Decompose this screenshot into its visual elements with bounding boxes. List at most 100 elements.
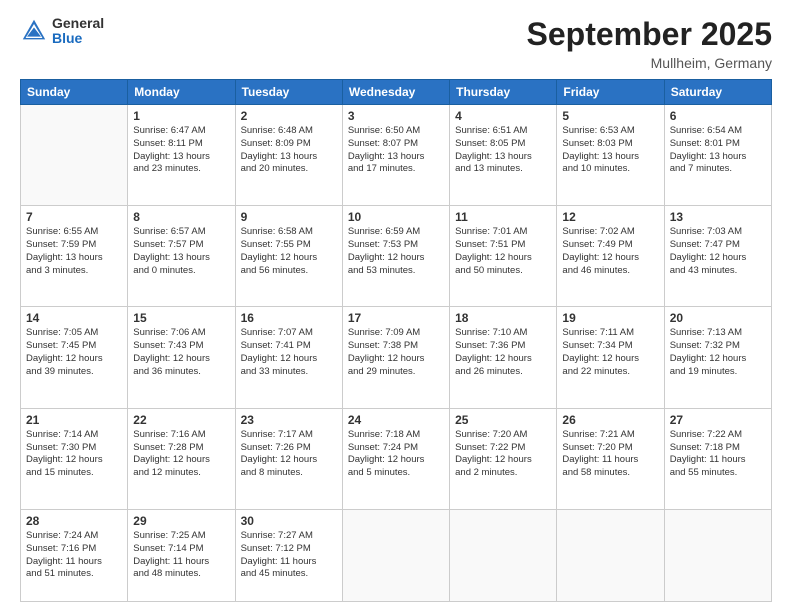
table-row [450, 509, 557, 601]
table-row: 14 Sunrise: 7:05 AM Sunset: 7:45 PM Dayli… [21, 307, 128, 408]
day-number: 29 [133, 514, 229, 528]
day-detail: Sunrise: 6:50 AM Sunset: 8:07 PM Dayligh… [348, 125, 444, 176]
table-row: 29 Sunrise: 7:25 AM Sunset: 7:14 PM Dayli… [128, 509, 235, 601]
day-detail: Sunrise: 7:06 AM Sunset: 7:43 PM Dayligh… [133, 327, 229, 378]
day-detail: Sunrise: 6:55 AM Sunset: 7:59 PM Dayligh… [26, 226, 122, 277]
logo-text: General Blue [52, 16, 104, 47]
table-row: 28 Sunrise: 7:24 AM Sunset: 7:16 PM Dayli… [21, 509, 128, 601]
table-row: 27 Sunrise: 7:22 AM Sunset: 7:18 PM Dayli… [664, 408, 771, 509]
table-row: 22 Sunrise: 7:16 AM Sunset: 7:28 PM Dayli… [128, 408, 235, 509]
table-row: 6Sunrise: 6:54 AM Sunset: 8:01 PM Daylig… [664, 105, 771, 206]
day-number: 13 [670, 210, 766, 224]
day-detail: Sunrise: 7:01 AM Sunset: 7:51 PM Dayligh… [455, 226, 551, 277]
day-number: 9 [241, 210, 337, 224]
day-detail: Sunrise: 7:17 AM Sunset: 7:26 PM Dayligh… [241, 429, 337, 480]
day-detail: Sunrise: 7:05 AM Sunset: 7:45 PM Dayligh… [26, 327, 122, 378]
day-number: 11 [455, 210, 551, 224]
title-section: September 2025 Mullheim, Germany [527, 16, 772, 71]
day-detail: Sunrise: 7:25 AM Sunset: 7:14 PM Dayligh… [133, 530, 229, 581]
table-row [21, 105, 128, 206]
table-row: 2Sunrise: 6:48 AM Sunset: 8:09 PM Daylig… [235, 105, 342, 206]
day-detail: Sunrise: 7:09 AM Sunset: 7:38 PM Dayligh… [348, 327, 444, 378]
table-row: 20 Sunrise: 7:13 AM Sunset: 7:32 PM Dayli… [664, 307, 771, 408]
table-row: 12 Sunrise: 7:02 AM Sunset: 7:49 PM Dayli… [557, 206, 664, 307]
day-detail: Sunrise: 7:22 AM Sunset: 7:18 PM Dayligh… [670, 429, 766, 480]
table-row: 24 Sunrise: 7:18 AM Sunset: 7:24 PM Dayli… [342, 408, 449, 509]
table-row: 30Sunrise: 7:27 AM Sunset: 7:12 PM Dayli… [235, 509, 342, 601]
table-row: 10 Sunrise: 6:59 AM Sunset: 7:53 PM Dayli… [342, 206, 449, 307]
col-tuesday: Tuesday [235, 80, 342, 105]
day-number: 23 [241, 413, 337, 427]
table-row: 3 Sunrise: 6:50 AM Sunset: 8:07 PM Daylig… [342, 105, 449, 206]
day-detail: Sunrise: 7:16 AM Sunset: 7:28 PM Dayligh… [133, 429, 229, 480]
table-row: 9 Sunrise: 6:58 AM Sunset: 7:55 PM Daylig… [235, 206, 342, 307]
day-detail: Sunrise: 7:18 AM Sunset: 7:24 PM Dayligh… [348, 429, 444, 480]
day-detail: Sunrise: 7:07 AM Sunset: 7:41 PM Dayligh… [241, 327, 337, 378]
day-detail: Sunrise: 6:57 AM Sunset: 7:57 PM Dayligh… [133, 226, 229, 277]
table-row: 16Sunrise: 7:07 AM Sunset: 7:41 PM Dayli… [235, 307, 342, 408]
day-detail: Sunrise: 6:58 AM Sunset: 7:55 PM Dayligh… [241, 226, 337, 277]
day-detail: Sunrise: 6:53 AM Sunset: 8:03 PM Dayligh… [562, 125, 658, 176]
logo-icon [20, 17, 48, 45]
day-detail: Sunrise: 7:11 AM Sunset: 7:34 PM Dayligh… [562, 327, 658, 378]
col-saturday: Saturday [664, 80, 771, 105]
day-detail: Sunrise: 7:03 AM Sunset: 7:47 PM Dayligh… [670, 226, 766, 277]
table-row: 15Sunrise: 7:06 AM Sunset: 7:43 PM Dayli… [128, 307, 235, 408]
day-detail: Sunrise: 6:48 AM Sunset: 8:09 PM Dayligh… [241, 125, 337, 176]
logo-general-text: General [52, 16, 104, 31]
day-number: 7 [26, 210, 122, 224]
day-number: 25 [455, 413, 551, 427]
day-number: 24 [348, 413, 444, 427]
table-row: 7 Sunrise: 6:55 AM Sunset: 7:59 PM Daylig… [21, 206, 128, 307]
day-number: 22 [133, 413, 229, 427]
day-number: 10 [348, 210, 444, 224]
day-detail: Sunrise: 6:51 AM Sunset: 8:05 PM Dayligh… [455, 125, 551, 176]
table-row: 26Sunrise: 7:21 AM Sunset: 7:20 PM Dayli… [557, 408, 664, 509]
col-sunday: Sunday [21, 80, 128, 105]
day-number: 8 [133, 210, 229, 224]
day-number: 20 [670, 311, 766, 325]
day-detail: Sunrise: 7:10 AM Sunset: 7:36 PM Dayligh… [455, 327, 551, 378]
col-wednesday: Wednesday [342, 80, 449, 105]
table-row: 18 Sunrise: 7:10 AM Sunset: 7:36 PM Dayli… [450, 307, 557, 408]
day-detail: Sunrise: 6:59 AM Sunset: 7:53 PM Dayligh… [348, 226, 444, 277]
day-detail: Sunrise: 7:14 AM Sunset: 7:30 PM Dayligh… [26, 429, 122, 480]
day-detail: Sunrise: 7:24 AM Sunset: 7:16 PM Dayligh… [26, 530, 122, 581]
day-number: 26 [562, 413, 658, 427]
day-number: 17 [348, 311, 444, 325]
day-number: 4 [455, 109, 551, 123]
table-row: 13 Sunrise: 7:03 AM Sunset: 7:47 PM Dayli… [664, 206, 771, 307]
day-number: 5 [562, 109, 658, 123]
day-number: 27 [670, 413, 766, 427]
day-number: 14 [26, 311, 122, 325]
table-row: 11 Sunrise: 7:01 AM Sunset: 7:51 PM Dayli… [450, 206, 557, 307]
header: General Blue September 2025 Mullheim, Ge… [20, 16, 772, 71]
calendar-table: Sunday Monday Tuesday Wednesday Thursday… [20, 79, 772, 602]
table-row [342, 509, 449, 601]
day-number: 21 [26, 413, 122, 427]
logo-blue-text: Blue [52, 31, 104, 46]
calendar-page: General Blue September 2025 Mullheim, Ge… [0, 0, 792, 612]
day-number: 1 [133, 109, 229, 123]
table-row: 19 Sunrise: 7:11 AM Sunset: 7:34 PM Dayli… [557, 307, 664, 408]
day-number: 3 [348, 109, 444, 123]
day-detail: Sunrise: 7:13 AM Sunset: 7:32 PM Dayligh… [670, 327, 766, 378]
table-row: 17 Sunrise: 7:09 AM Sunset: 7:38 PM Dayli… [342, 307, 449, 408]
table-row: 8 Sunrise: 6:57 AM Sunset: 7:57 PM Daylig… [128, 206, 235, 307]
table-row: 25 Sunrise: 7:20 AM Sunset: 7:22 PM Dayli… [450, 408, 557, 509]
col-thursday: Thursday [450, 80, 557, 105]
month-title: September 2025 [527, 16, 772, 53]
table-row: 21 Sunrise: 7:14 AM Sunset: 7:30 PM Dayli… [21, 408, 128, 509]
table-row [664, 509, 771, 601]
table-row: 5 Sunrise: 6:53 AM Sunset: 8:03 PM Daylig… [557, 105, 664, 206]
logo: General Blue [20, 16, 104, 47]
table-row: 1Sunrise: 6:47 AM Sunset: 8:11 PM Daylig… [128, 105, 235, 206]
day-detail: Sunrise: 7:20 AM Sunset: 7:22 PM Dayligh… [455, 429, 551, 480]
day-detail: Sunrise: 7:02 AM Sunset: 7:49 PM Dayligh… [562, 226, 658, 277]
day-number: 12 [562, 210, 658, 224]
day-number: 28 [26, 514, 122, 528]
col-friday: Friday [557, 80, 664, 105]
location: Mullheim, Germany [527, 55, 772, 71]
day-number: 19 [562, 311, 658, 325]
day-number: 18 [455, 311, 551, 325]
